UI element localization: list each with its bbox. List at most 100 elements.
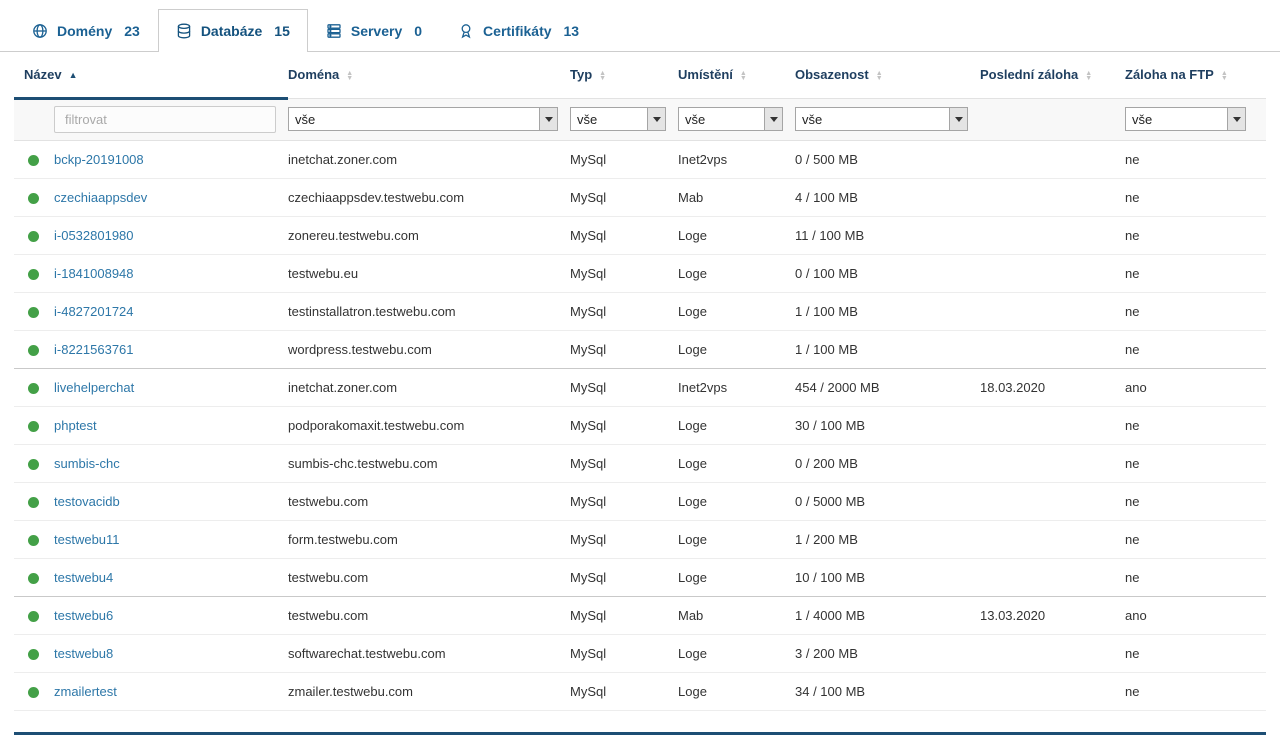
sort-icon: ▲▼ (599, 71, 606, 81)
tab-label: Servery (351, 23, 402, 39)
status-dot-icon (28, 193, 39, 204)
filter-usage-cell: vše (795, 98, 980, 140)
database-location-cell: Loge (678, 482, 795, 520)
last-backup-cell (980, 558, 1125, 596)
last-backup-cell (980, 444, 1125, 482)
database-location-cell: Mab (678, 596, 795, 634)
database-name-link[interactable]: livehelperchat (54, 380, 134, 395)
database-domain-cell: zmailer.testwebu.com (288, 672, 570, 710)
filter-domain-cell: vše (288, 98, 570, 140)
table-row: i-0532801980zonereu.testwebu.comMySqlLog… (14, 216, 1266, 254)
status-dot-icon (28, 535, 39, 546)
ftp-backup-cell: ne (1125, 444, 1266, 482)
database-name-link[interactable]: zmailertest (54, 684, 117, 699)
ftp-backup-cell: ne (1125, 520, 1266, 558)
database-location-cell: Loge (678, 292, 795, 330)
status-cell (14, 520, 54, 558)
database-usage-cell: 11 / 100 MB (795, 216, 980, 254)
database-usage-cell: 3 / 200 MB (795, 634, 980, 672)
usage-filter-select[interactable]: vše (795, 107, 968, 131)
column-label: Obsazenost (795, 67, 869, 82)
database-name-link[interactable]: czechiaappsdev (54, 190, 147, 205)
column-header-posledni-zaloha[interactable]: Poslední záloha▲▼ (980, 52, 1125, 98)
database-name-link[interactable]: i-0532801980 (54, 228, 134, 243)
database-name-link[interactable]: testovacidb (54, 494, 120, 509)
column-header-domena[interactable]: Doména▲▼ (288, 52, 570, 98)
database-type-cell: MySql (570, 330, 678, 368)
database-name-link[interactable]: i-8221563761 (54, 342, 134, 357)
tab-domeny[interactable]: Domény 23 (14, 9, 158, 52)
tab-count-badge: 13 (564, 23, 580, 39)
database-name-link[interactable]: sumbis-chc (54, 456, 120, 471)
database-name-link[interactable]: i-4827201724 (54, 304, 134, 319)
ftp-filter-select[interactable]: vše (1125, 107, 1246, 131)
status-cell (14, 178, 54, 216)
last-backup-cell (980, 406, 1125, 444)
type-filter-select[interactable]: vše (570, 107, 666, 131)
status-dot-icon (28, 345, 39, 356)
certificate-icon (458, 23, 474, 39)
column-label: Typ (570, 67, 592, 82)
database-location-cell: Loge (678, 520, 795, 558)
column-label: Záloha na FTP (1125, 67, 1214, 82)
status-dot-icon (28, 421, 39, 432)
chevron-down-icon (1227, 108, 1245, 130)
sort-icon: ▲▼ (1085, 71, 1092, 81)
tab-certifikaty[interactable]: Certifikáty 13 (440, 9, 597, 52)
database-name-link[interactable]: phptest (54, 418, 97, 433)
status-dot-icon (28, 155, 39, 166)
database-domain-cell: sumbis-chc.testwebu.com (288, 444, 570, 482)
tab-label: Databáze (201, 23, 262, 39)
database-usage-cell: 1 / 100 MB (795, 292, 980, 330)
column-header-zaloha-na-ftp[interactable]: Záloha na FTP▲▼ (1125, 52, 1266, 98)
sort-icon: ▲▼ (740, 71, 747, 81)
last-backup-cell (980, 216, 1125, 254)
status-dot-icon (28, 497, 39, 508)
database-domain-cell: testwebu.com (288, 596, 570, 634)
filter-type-cell: vše (570, 98, 678, 140)
database-domain-cell: wordpress.testwebu.com (288, 330, 570, 368)
database-name-cell: testwebu6 (54, 596, 288, 634)
database-name-link[interactable]: testwebu8 (54, 646, 113, 661)
database-name-link[interactable]: testwebu11 (54, 532, 120, 547)
database-domain-cell: testwebu.eu (288, 254, 570, 292)
name-filter-input[interactable] (54, 106, 276, 133)
database-name-cell: sumbis-chc (54, 444, 288, 482)
ftp-backup-cell: ne (1125, 178, 1266, 216)
databases-table-wrap: Název▲ Doména▲▼ Typ▲▼ Umístění▲▼ Obsazen… (14, 52, 1266, 735)
status-cell (14, 368, 54, 406)
column-header-umisteni[interactable]: Umístění▲▼ (678, 52, 795, 98)
domain-filter-select[interactable]: vše (288, 107, 558, 131)
database-name-link[interactable]: testwebu4 (54, 570, 113, 585)
location-filter-select[interactable]: vše (678, 107, 783, 131)
database-usage-cell: 1 / 100 MB (795, 330, 980, 368)
ftp-backup-cell: ne (1125, 634, 1266, 672)
column-label: Doména (288, 67, 339, 82)
table-row: testovacidbtestwebu.comMySqlLoge0 / 5000… (14, 482, 1266, 520)
database-usage-cell: 0 / 200 MB (795, 444, 980, 482)
chevron-down-icon (764, 108, 782, 130)
ftp-backup-cell: ne (1125, 558, 1266, 596)
status-cell (14, 482, 54, 520)
table-row: i-8221563761wordpress.testwebu.comMySqlL… (14, 330, 1266, 368)
column-header-obsazenost[interactable]: Obsazenost▲▼ (795, 52, 980, 98)
tab-servery[interactable]: Servery 0 (308, 9, 440, 52)
table-row: phptestpodporakomaxit.testwebu.comMySqlL… (14, 406, 1266, 444)
database-icon (176, 23, 192, 39)
column-header-typ[interactable]: Typ ▲▼ (570, 52, 678, 98)
table-row: sumbis-chcsumbis-chc.testwebu.comMySqlLo… (14, 444, 1266, 482)
column-header-nazev[interactable]: Název▲ (14, 52, 288, 98)
database-type-cell: MySql (570, 634, 678, 672)
database-location-cell: Loge (678, 672, 795, 710)
ftp-backup-cell: ne (1125, 140, 1266, 178)
last-backup-cell (980, 330, 1125, 368)
database-location-cell: Mab (678, 178, 795, 216)
database-name-link[interactable]: i-1841008948 (54, 266, 134, 281)
tab-databaze[interactable]: Databáze 15 (158, 9, 308, 52)
database-type-cell: MySql (570, 140, 678, 178)
database-name-link[interactable]: bckp-20191008 (54, 152, 144, 167)
ftp-backup-cell: ne (1125, 330, 1266, 368)
database-name-link[interactable]: testwebu6 (54, 608, 113, 623)
filter-location-cell: vše (678, 98, 795, 140)
chevron-down-icon (647, 108, 665, 130)
